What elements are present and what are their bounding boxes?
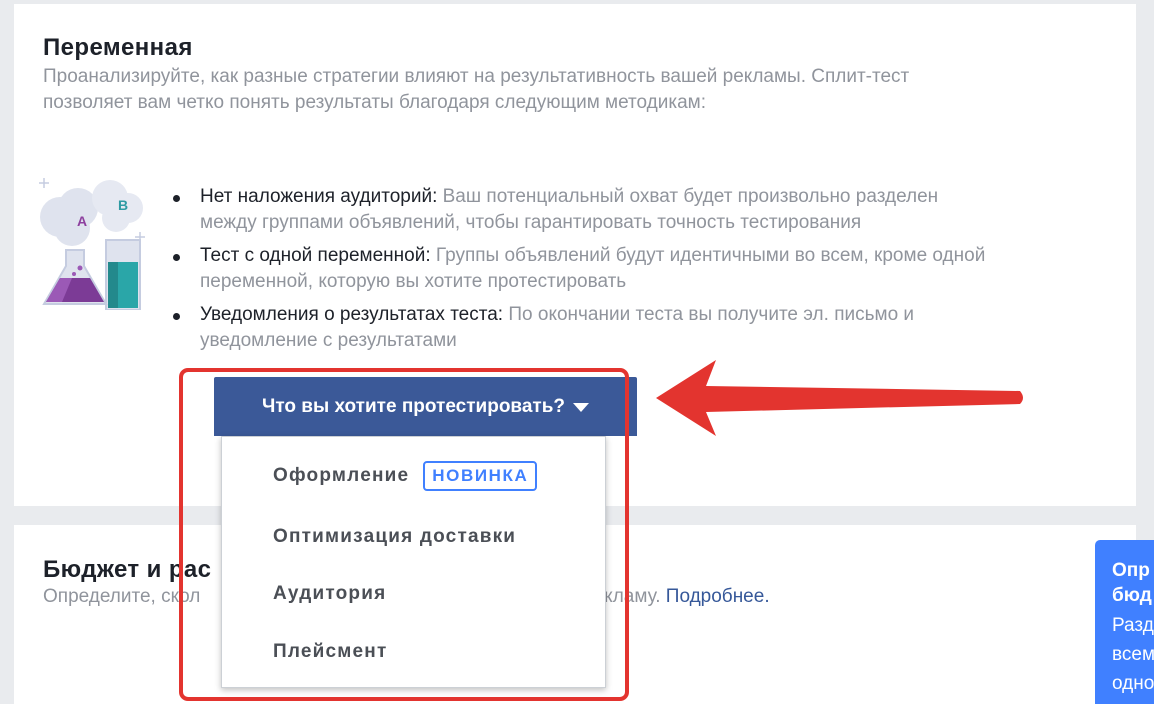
bullet-title: Уведомления о результатах теста: [200,304,504,325]
bullet-text-line2: переменной, которую вы хотите протестиро… [200,271,627,292]
tooltip-body: Разд всем одно [1112,611,1154,698]
list-item: Нет наложения аудиторий: Ваш потенциальн… [170,184,1100,236]
budget-tooltip: Опр бюд Разд всем одно [1095,540,1154,704]
bullet-title: Тест с одной переменной: [200,245,431,266]
variable-desc-line2: позволяет вам четко понять результаты бл… [43,92,707,113]
variable-title: Переменная [43,34,193,61]
split-test-illustration-icon: A B [39,178,145,310]
bullet-title: Нет наложения аудиторий: [200,186,438,207]
variable-description: Проанализируйте, как разные стратегии вл… [43,64,909,116]
tooltip-title: Опр бюд [1112,558,1154,608]
tooltip-body-line: всем [1112,644,1154,665]
page: Переменная Проанализируйте, как разные с… [0,0,1154,704]
bullet-text: Ваш потенциальный охват будет произвольн… [437,186,939,207]
tooltip-body-line: Разд [1112,615,1154,636]
illus-label-a: A [77,213,87,229]
tooltip-title-line2: бюд [1112,585,1152,606]
bullet-text-line2: уведомление с результатами [200,330,457,351]
annotation-highlight-box [179,368,629,701]
illus-label-b: B [118,197,128,213]
tooltip-body-line: одно [1112,673,1154,694]
variable-desc-line1: Проанализируйте, как разные стратегии вл… [43,66,910,87]
learn-more-link[interactable]: Подробнее. [666,586,770,607]
bullet-text-line2: между группами объявлений, чтобы гаранти… [200,212,862,233]
bullet-text: Группы объявлений будут идентичными во в… [430,245,986,266]
red-arrow-left-icon [656,360,1023,436]
list-item: Уведомления о результатах теста: По окон… [170,302,1100,354]
bullet-text: По окончании теста вы получите эл. письм… [503,304,915,325]
budget-desc-start: Определите, скол [43,586,201,607]
tooltip-title-line1: Опр [1112,560,1150,581]
benefits-list: Нет наложения аудиторий: Ваш потенциальн… [170,184,1100,361]
list-item: Тест с одной переменной: Группы объявлен… [170,243,1100,295]
